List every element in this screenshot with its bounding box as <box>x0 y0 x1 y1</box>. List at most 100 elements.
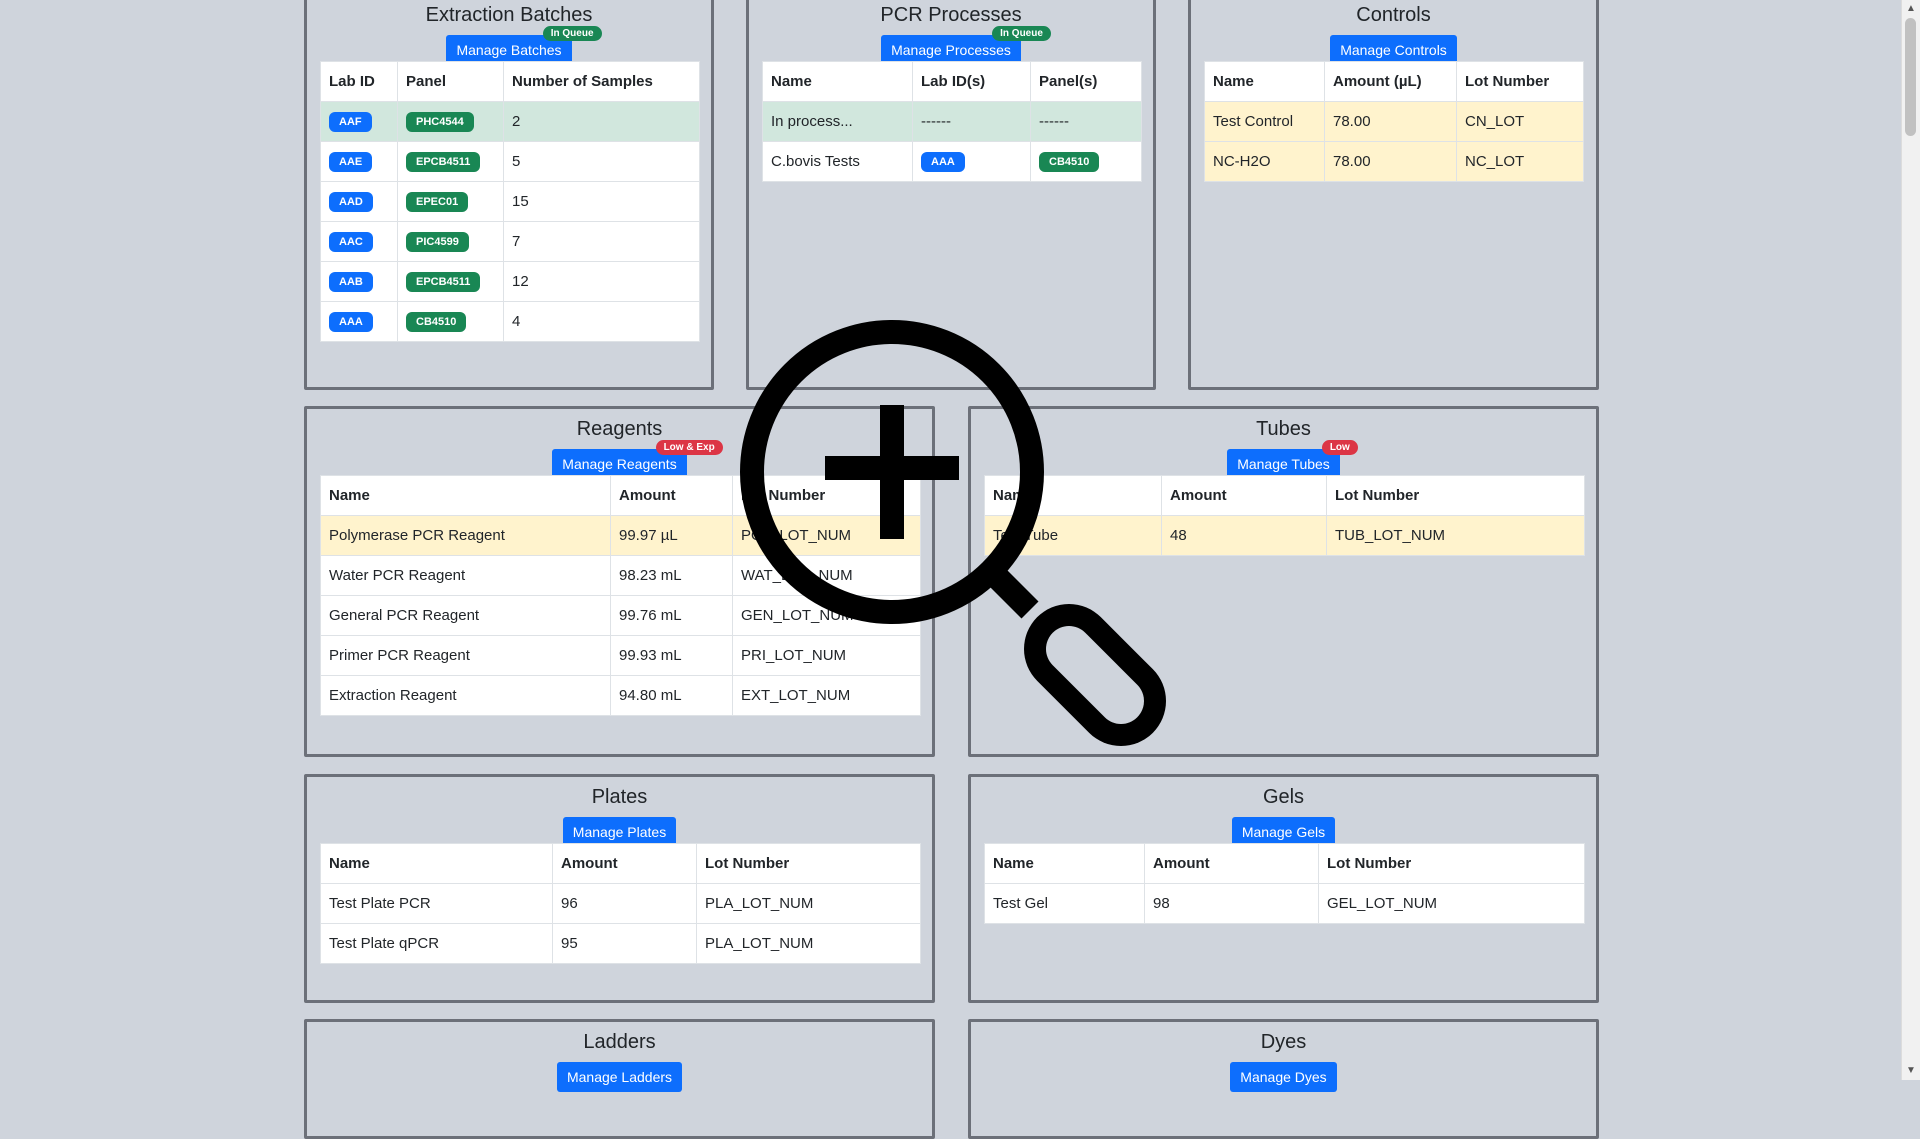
table-header-row: Name Amount (µL) Lot Number <box>1204 61 1584 102</box>
column-header: Amount <box>610 475 733 516</box>
table-row[interactable]: AAF PHC4544 2 <box>320 101 700 142</box>
table-row[interactable]: AAB EPCB4511 12 <box>320 261 700 302</box>
table-header-row: Name Amount Lot Number <box>984 475 1585 516</box>
table-row[interactable]: In process... ------ ------ <box>762 101 1142 142</box>
column-header: Lot Number <box>732 475 921 516</box>
table-header-row: Name Amount Lot Number <box>320 475 921 516</box>
lot-cell: GEL_LOT_NUM <box>1318 883 1585 924</box>
column-header: Amount (µL) <box>1324 61 1457 102</box>
table-row[interactable]: Test Control 78.00 CN_LOT <box>1204 101 1584 142</box>
button-label: Manage Plates <box>572 824 667 840</box>
column-header: Lab ID <box>320 61 398 102</box>
reagents-panel: Reagents Manage Reagents Low & Exp Name … <box>304 406 935 757</box>
panel-badge: EPEC01 <box>406 191 469 212</box>
lot-cell: EXT_LOT_NUM <box>732 675 921 716</box>
manage-dyes-button[interactable]: Manage Dyes <box>1230 1062 1337 1092</box>
table-row[interactable]: Extraction Reagent 94.80 mL EXT_LOT_NUM <box>320 675 921 716</box>
name-cell: Test Tube <box>984 515 1162 556</box>
vertical-scrollbar[interactable]: ▲ ▼ <box>1901 0 1920 1080</box>
button-label: Manage Gels <box>1241 824 1326 840</box>
lab-id-badge: AAF <box>329 111 372 132</box>
table-row[interactable]: AAA CB4510 4 <box>320 301 700 342</box>
panel-title: Gels <box>1262 786 1305 808</box>
table-header-row: Name Lab ID(s) Panel(s) <box>762 61 1142 102</box>
name-cell: NC-H2O <box>1204 141 1325 182</box>
panel-badge: EPCB4511 <box>406 271 481 292</box>
button-label: Manage Dyes <box>1240 1069 1327 1085</box>
table-row[interactable]: Water PCR Reagent 98.23 mL WAT_LOT_NUM <box>320 555 921 596</box>
table-row[interactable]: NC-H2O 78.00 NC_LOT <box>1204 141 1584 182</box>
panel-title: Reagents <box>576 418 663 440</box>
column-header: Lot Number <box>1456 61 1584 102</box>
table-header-row: Name Amount Lot Number <box>320 843 921 884</box>
lot-cell: TUB_LOT_NUM <box>1326 515 1585 556</box>
table-row[interactable]: Test Plate qPCR 95 PLA_LOT_NUM <box>320 923 921 964</box>
scroll-down-arrow-icon[interactable]: ▼ <box>1905 1065 1917 1077</box>
lab-id-badge: AAB <box>329 271 373 292</box>
lab-id-badge: AAC <box>329 231 373 252</box>
pcr-processes-table: Name Lab ID(s) Panel(s) In process... --… <box>762 61 1142 182</box>
table-header-row: Name Amount Lot Number <box>984 843 1585 884</box>
reagents-table: Name Amount Lot Number Polymerase PCR Re… <box>320 475 921 716</box>
table-row[interactable]: C.bovis Tests AAA CB4510 <box>762 141 1142 182</box>
button-label: Manage Processes <box>891 42 1011 58</box>
table-row[interactable]: AAC PIC4599 7 <box>320 221 700 262</box>
lot-cell: POL_LOT_NUM <box>732 515 921 556</box>
samples-cell: 2 <box>503 101 700 142</box>
amount-cell: 78.00 <box>1324 101 1457 142</box>
button-label: Manage Tubes <box>1237 456 1330 472</box>
name-cell: Primer PCR Reagent <box>320 635 611 676</box>
amount-cell: 99.76 mL <box>610 595 733 636</box>
button-label: Manage Ladders <box>566 1069 673 1085</box>
samples-cell: 15 <box>503 181 700 222</box>
panel-badge: CB4510 <box>1039 151 1100 172</box>
lot-cell: PRI_LOT_NUM <box>732 635 921 676</box>
pcr-processes-panel: PCR Processes Manage Processes In Queue … <box>746 0 1156 390</box>
panel-title: Dyes <box>1260 1031 1307 1053</box>
lot-cell: GEN_LOT_NUM <box>732 595 921 636</box>
column-header: Name <box>320 475 611 516</box>
column-header: Panel(s) <box>1030 61 1142 102</box>
table-row[interactable]: AAD EPEC01 15 <box>320 181 700 222</box>
name-cell: Test Gel <box>984 883 1145 924</box>
table-row[interactable]: Test Gel 98 GEL_LOT_NUM <box>984 883 1585 924</box>
button-label: Manage Reagents <box>562 456 677 472</box>
table-header-row: Lab ID Panel Number of Samples <box>320 61 700 102</box>
table-row[interactable]: Test Plate PCR 96 PLA_LOT_NUM <box>320 883 921 924</box>
dyes-panel: Dyes Manage Dyes <box>968 1019 1599 1139</box>
plates-panel: Plates Manage Plates Name Amount Lot Num… <box>304 774 935 1003</box>
table-row[interactable]: Polymerase PCR Reagent 99.97 µL POL_LOT_… <box>320 515 921 556</box>
scroll-up-arrow-icon[interactable]: ▲ <box>1905 3 1917 15</box>
name-cell: General PCR Reagent <box>320 595 611 636</box>
panel-title: Extraction Batches <box>425 4 593 26</box>
lot-cell: CN_LOT <box>1456 101 1584 142</box>
tubes-table: Name Amount Lot Number Test Tube 48 TUB_… <box>984 475 1585 556</box>
panel-title: PCR Processes <box>880 4 1022 26</box>
lot-cell: WAT_LOT_NUM <box>732 555 921 596</box>
panel-title: Controls <box>1356 4 1431 26</box>
samples-cell: 12 <box>503 261 700 302</box>
column-header: Lot Number <box>1318 843 1585 884</box>
panels-cell: ------ <box>1030 101 1142 142</box>
low-stock-badge: Low <box>1321 440 1358 455</box>
amount-cell: 98 <box>1144 883 1319 924</box>
panel-title: Plates <box>591 786 648 808</box>
table-row[interactable]: General PCR Reagent 99.76 mL GEN_LOT_NUM <box>320 595 921 636</box>
table-row[interactable]: Primer PCR Reagent 99.93 mL PRI_LOT_NUM <box>320 635 921 676</box>
manage-ladders-button[interactable]: Manage Ladders <box>556 1062 683 1092</box>
panel-badge: CB4510 <box>406 311 467 332</box>
tubes-panel: Tubes Manage Tubes Low Name Amount Lot N… <box>968 406 1599 757</box>
table-row[interactable]: Test Tube 48 TUB_LOT_NUM <box>984 515 1585 556</box>
lab-id-badge: AAD <box>329 191 373 212</box>
plates-table: Name Amount Lot Number Test Plate PCR 96… <box>320 843 921 964</box>
table-row[interactable]: AAE EPCB4511 5 <box>320 141 700 182</box>
scrollbar-thumb[interactable] <box>1905 18 1916 136</box>
panel-badge: PHC4544 <box>406 111 474 132</box>
amount-cell: 96 <box>552 883 697 924</box>
button-label: Manage Controls <box>1340 42 1447 58</box>
column-header: Lot Number <box>696 843 921 884</box>
lab-id-badge: AAA <box>329 311 373 332</box>
gels-table: Name Amount Lot Number Test Gel 98 GEL_L… <box>984 843 1585 924</box>
panel-badge: PIC4599 <box>406 231 469 252</box>
column-header: Lot Number <box>1326 475 1585 516</box>
